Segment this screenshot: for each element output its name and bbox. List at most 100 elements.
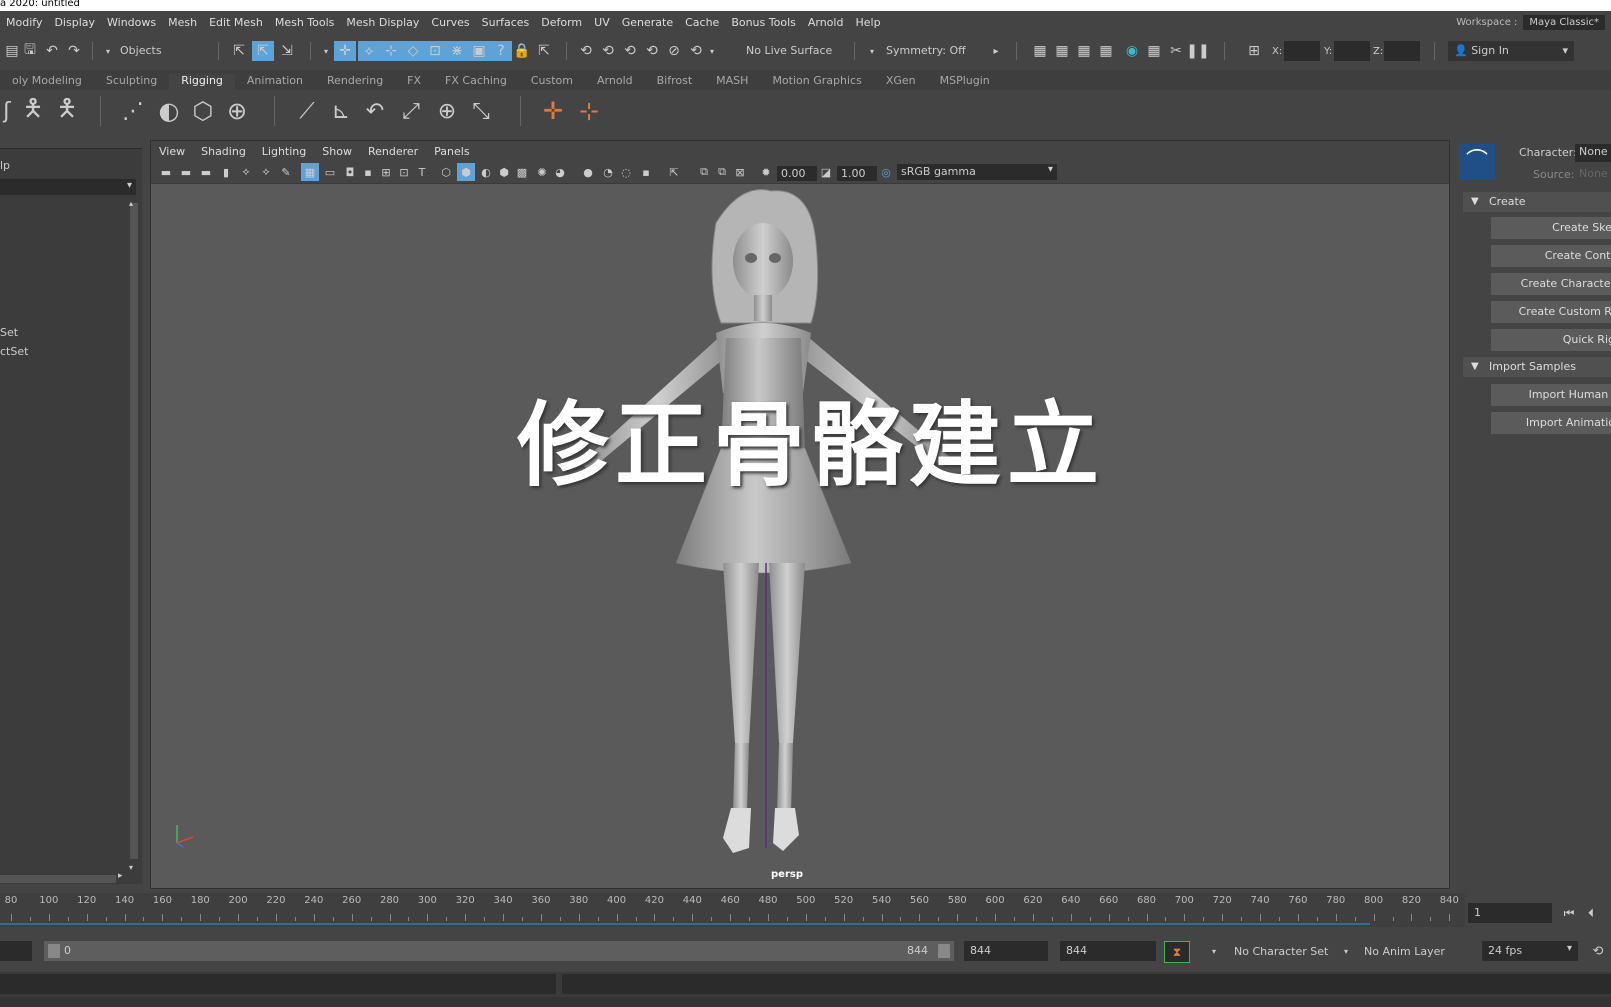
tab-rendering[interactable]: Rendering xyxy=(315,74,395,90)
humanik-character-icon[interactable]: 🯅 xyxy=(18,94,48,126)
outliner-horizontal-scrollbar[interactable] xyxy=(0,875,116,883)
undo-icon[interactable]: ↶ xyxy=(42,41,62,61)
save-scene-icon[interactable]: 🖫 xyxy=(20,41,40,61)
tab-arnold[interactable]: Arnold xyxy=(585,74,645,90)
magnet-icon[interactable]: ⊘ xyxy=(664,41,684,61)
range-start-outer-field[interactable] xyxy=(0,941,32,961)
symmetry-arrow-icon[interactable]: ▾ xyxy=(866,41,878,61)
lattice-icon[interactable]: ⬡ xyxy=(188,96,218,126)
grid-icon[interactable]: ▦ xyxy=(301,163,319,181)
render-settings-icon[interactable]: ▦ xyxy=(1096,41,1116,61)
create-skeleton-button[interactable]: Create Skel xyxy=(1491,217,1611,239)
create-character-button[interactable]: Create Character xyxy=(1491,273,1611,295)
bind-skin-icon[interactable]: ⋰ xyxy=(118,96,148,126)
pencil-icon[interactable]: ✎ xyxy=(277,163,295,181)
character-set-arrow-icon[interactable]: ▾ xyxy=(1208,941,1220,961)
tab-custom[interactable]: Custom xyxy=(519,74,585,90)
outliner-item[interactable]: Set xyxy=(0,326,18,339)
anim-layer-arrow-icon[interactable]: ▾ xyxy=(1340,941,1352,961)
selection-mode-arrow-icon[interactable]: ▾ xyxy=(102,41,114,61)
live-surface-arrow-icon[interactable]: ▾ xyxy=(706,41,718,61)
gamma-value[interactable]: 1.00 xyxy=(837,166,877,181)
motion-blur-icon[interactable]: ◔ xyxy=(599,163,617,181)
menu-deform[interactable]: Deform xyxy=(535,16,588,29)
tab-animation[interactable]: Animation xyxy=(235,74,315,90)
pause-render-icon[interactable]: ❚❚ xyxy=(1186,41,1209,61)
menu-edit-mesh[interactable]: Edit Mesh xyxy=(203,16,269,29)
render-setup-icon[interactable]: ▦ xyxy=(1144,41,1164,61)
lasso-snap-icon[interactable]: ⟲ xyxy=(576,41,596,61)
viewport-persp[interactable]: View Shading Lighting Show Renderer Pane… xyxy=(150,140,1450,889)
animation-end-field[interactable]: 844 xyxy=(1060,941,1156,961)
lock-icon[interactable]: 🔒 xyxy=(512,41,532,61)
mirror-joint-icon[interactable]: ⤡ xyxy=(466,96,496,126)
mel-input[interactable] xyxy=(0,974,556,994)
source-dropdown[interactable]: None xyxy=(1575,166,1611,184)
menu-arnold[interactable]: Arnold xyxy=(802,16,850,29)
range-slider[interactable]: 0 844 xyxy=(44,941,954,961)
ipr-render-icon[interactable]: ▦ xyxy=(1074,41,1094,61)
menu-mesh[interactable]: Mesh xyxy=(162,16,203,29)
quick-rig-icon[interactable]: 🯅 xyxy=(52,94,82,126)
tab-rigging[interactable]: Rigging xyxy=(169,74,235,90)
workspace-dropdown[interactable]: Maya Classic* xyxy=(1523,14,1605,30)
make-live-icon[interactable]: ⊡ xyxy=(424,41,446,61)
tab-msplugin[interactable]: MSPlugin xyxy=(928,74,1002,90)
quick-rig-button[interactable]: Quick Rig xyxy=(1491,329,1611,351)
hypershade-icon[interactable]: ◉ xyxy=(1122,41,1142,61)
safe-title-icon[interactable]: T xyxy=(413,163,431,181)
exposure-value[interactable]: 0.00 xyxy=(777,166,817,181)
field-chart-icon[interactable]: ⊞ xyxy=(377,163,395,181)
menu-modify[interactable]: Modify xyxy=(0,16,48,29)
outliner-vertical-scrollbar[interactable] xyxy=(130,203,138,859)
selection-lock-icon[interactable]: ⇱ xyxy=(534,41,554,61)
insert-joint-icon[interactable]: ⊕ xyxy=(432,96,462,126)
vp-menu-shading[interactable]: Shading xyxy=(193,145,254,158)
snap-menu-arrow-icon[interactable]: ▾ xyxy=(320,41,332,61)
select-by-component-icon[interactable]: ⇲ xyxy=(276,41,298,61)
create-custom-rig-button[interactable]: Create Custom Ri xyxy=(1491,301,1611,323)
locator-icon[interactable]: ✛ xyxy=(538,96,568,126)
render-view-icon[interactable]: ▦ xyxy=(1030,41,1050,61)
tab-sculpting[interactable]: Sculpting xyxy=(94,74,169,90)
camera-attributes-icon[interactable]: ▬ xyxy=(177,163,195,181)
select-by-hierarchy-icon[interactable]: ⇱ xyxy=(228,41,250,61)
character-set-dropdown[interactable]: No Character Set xyxy=(1234,945,1328,958)
color-space-dropdown[interactable]: sRGB gamma ▾ xyxy=(897,164,1057,180)
menu-display[interactable]: Display xyxy=(48,16,101,29)
ik-handle-icon[interactable]: ⊾ xyxy=(326,96,356,126)
film-gate-icon[interactable]: ▭ xyxy=(321,163,339,181)
vp-menu-lighting[interactable]: Lighting xyxy=(254,145,314,158)
import-animation-button[interactable]: Import Animatio xyxy=(1491,412,1611,434)
menu-windows[interactable]: Windows xyxy=(101,16,162,29)
selection-mode-dropdown[interactable]: Objects xyxy=(114,41,214,61)
depth-of-field-icon[interactable]: ▪ xyxy=(637,163,655,181)
menu-mesh-tools[interactable]: Mesh Tools xyxy=(269,16,341,29)
playback-end-field[interactable]: 844 xyxy=(964,941,1048,961)
anim-layer-dropdown[interactable]: No Anim Layer xyxy=(1364,945,1445,958)
anti-aliasing-icon[interactable]: ◌ xyxy=(617,163,635,181)
wireframe-icon[interactable]: ⬡ xyxy=(437,163,455,181)
select-by-object-icon[interactable]: ⇱ xyxy=(252,41,274,61)
scroll-right-icon[interactable]: ▸ xyxy=(118,871,123,881)
menu-surfaces[interactable]: Surfaces xyxy=(476,16,536,29)
safe-action-icon[interactable]: ⊡ xyxy=(395,163,413,181)
soft-select-icon[interactable]: ⟲ xyxy=(642,41,662,61)
open-scene-icon[interactable]: ▤ xyxy=(2,41,22,61)
bookmarks-icon[interactable]: ▬ xyxy=(197,163,215,181)
go-to-start-icon[interactable]: ⏮ xyxy=(1560,903,1578,923)
menu-cache[interactable]: Cache xyxy=(679,16,725,29)
image-plane-icon[interactable]: ▮ xyxy=(217,163,235,181)
snap-edge-icon[interactable]: ▣ xyxy=(468,41,490,61)
fps-dropdown[interactable]: 24 fps ▾ xyxy=(1482,941,1578,961)
import-human-ik-button[interactable]: Import Human I xyxy=(1491,384,1611,406)
vp-menu-show[interactable]: Show xyxy=(314,145,360,158)
snap-vertex-icon[interactable]: ⋇ xyxy=(446,41,468,61)
auto-key-icon[interactable]: ⧗ xyxy=(1164,941,1190,963)
textured-icon[interactable]: ▩ xyxy=(513,163,531,181)
smooth-shade-icon[interactable]: ⬢ xyxy=(457,163,475,181)
range-end-handle[interactable] xyxy=(938,944,950,958)
lights-icon[interactable]: ✺ xyxy=(533,163,551,181)
render-current-icon[interactable]: ▦ xyxy=(1052,41,1072,61)
default-material-icon[interactable]: ◐ xyxy=(477,163,495,181)
